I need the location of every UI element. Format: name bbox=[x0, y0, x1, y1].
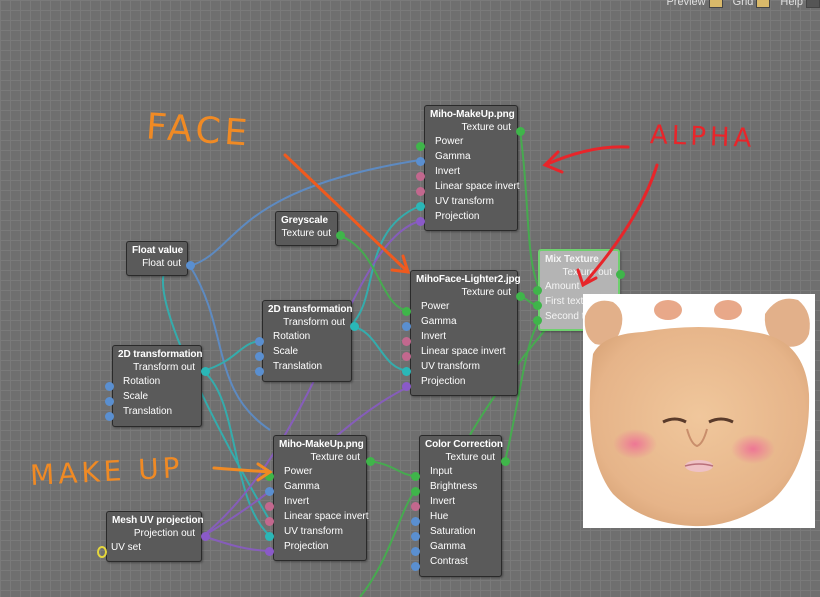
makeup-arrow bbox=[212, 466, 272, 474]
annotation-alpha: ALPHA bbox=[649, 120, 756, 154]
annotation-overlay bbox=[212, 145, 659, 482]
annotation-face: FACE bbox=[144, 106, 253, 155]
alpha-arrow-down bbox=[581, 163, 659, 287]
face-arrow bbox=[283, 153, 410, 274]
alpha-arrow-left bbox=[543, 145, 630, 167]
